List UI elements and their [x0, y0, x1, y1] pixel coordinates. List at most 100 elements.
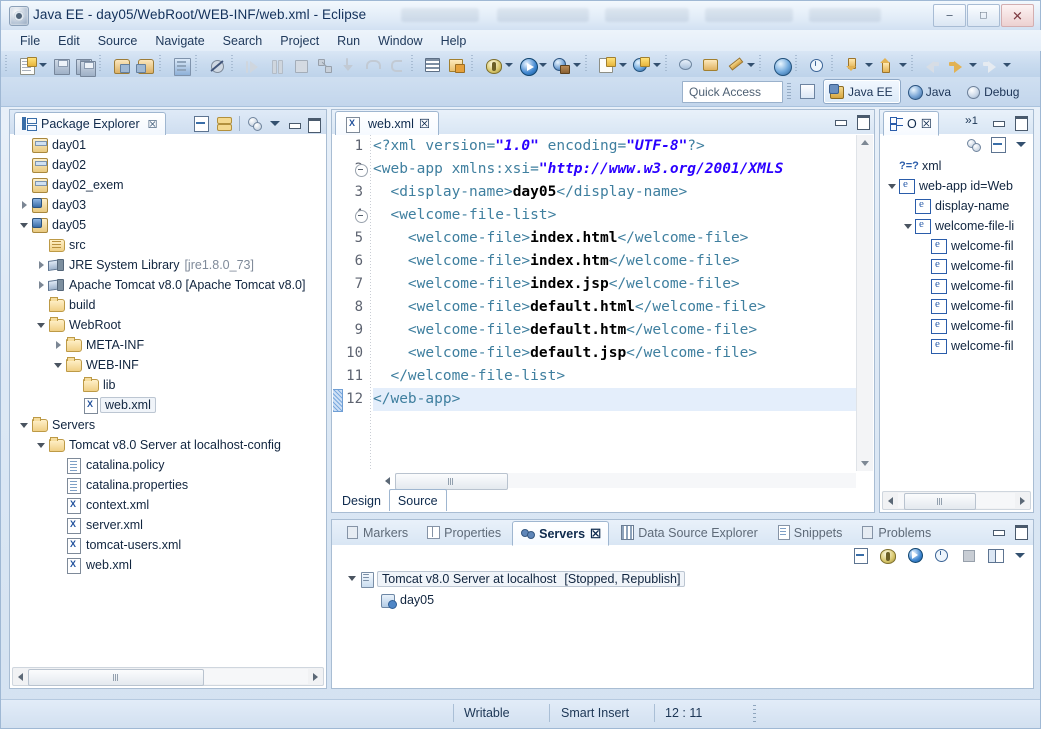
minimize-icon[interactable]	[834, 114, 847, 127]
close-icon[interactable]: ☒	[921, 116, 932, 131]
maximize-button[interactable]: □	[967, 4, 1000, 27]
minimize-icon[interactable]	[992, 115, 1005, 128]
close-icon[interactable]: ☒	[419, 116, 430, 131]
toolbar-grip[interactable]	[584, 55, 591, 73]
tab-data-source-explorer[interactable]: Data Source Explorer	[613, 521, 765, 544]
code-line[interactable]: <?xml version="1.0" encoding="UTF-8"?>	[373, 135, 858, 158]
outline-item[interactable]: welcome-fil	[881, 336, 1032, 356]
outline-item[interactable]: display-name	[881, 196, 1032, 216]
scroll-thumb[interactable]	[28, 669, 204, 686]
collapse-arrow-icon[interactable]	[36, 320, 47, 331]
tree-item-web-inf[interactable]: WEB-INF	[11, 355, 325, 375]
tab-web-xml[interactable]: web.xml ☒	[335, 111, 440, 136]
chevron-down-icon[interactable]	[1001, 54, 1011, 75]
code-line[interactable]: <welcome-file>default.html</welcome-file…	[373, 296, 858, 319]
suspend-icon[interactable]	[264, 54, 286, 75]
previous-annotation-icon[interactable]	[840, 54, 862, 75]
code-line[interactable]: </web-app>	[373, 388, 858, 411]
menu-search[interactable]: Search	[214, 32, 272, 50]
tree-item-web-xml[interactable]: web.xml	[11, 555, 325, 575]
toolbar-grip[interactable]	[758, 55, 765, 73]
collapse-arrow-icon[interactable]	[36, 440, 47, 451]
link-with-editor-icon[interactable]	[216, 115, 233, 132]
expand-arrow-icon[interactable]	[53, 340, 64, 351]
chevron-down-icon[interactable]	[863, 54, 873, 75]
scroll-track[interactable]	[898, 493, 1015, 510]
outline-item[interactable]: welcome-fil	[881, 276, 1032, 296]
menu-project[interactable]: Project	[271, 32, 328, 50]
stop-server-icon[interactable]	[960, 547, 977, 564]
sort-icon[interactable]	[965, 136, 982, 153]
tab-overflow-indicator[interactable]: »1	[965, 113, 978, 127]
new-java-class-icon[interactable]	[594, 54, 616, 75]
toolbar-grip[interactable]	[664, 55, 671, 73]
code-line[interactable]: <welcome-file>default.jsp</welcome-file>	[373, 342, 858, 365]
menu-run[interactable]: Run	[328, 32, 369, 50]
chevron-down-icon[interactable]	[897, 54, 907, 75]
servers-tree[interactable]: Tomcat v8.0 Server at localhost [Stopped,…	[333, 568, 1032, 687]
chevron-down-icon[interactable]	[537, 54, 547, 75]
collapse-all-icon[interactable]	[990, 136, 1007, 153]
toolbar-grip[interactable]	[194, 55, 201, 73]
tree-item-day03[interactable]: day03	[11, 195, 325, 215]
code-line[interactable]: <welcome-file>index.jsp</welcome-file>	[373, 273, 858, 296]
scroll-down-icon[interactable]	[857, 457, 872, 471]
editor-vscrollbar[interactable]	[856, 135, 873, 471]
tab-package-explorer[interactable]: Package Explorer ☒	[14, 112, 166, 135]
minimize-button[interactable]: –	[933, 4, 966, 27]
chevron-down-icon[interactable]	[745, 54, 755, 75]
server-tree-item[interactable]: day05	[333, 589, 1032, 610]
outline-hscrollbar[interactable]	[882, 491, 1031, 510]
save-all-icon[interactable]	[72, 54, 96, 77]
chevron-down-icon[interactable]	[37, 54, 47, 75]
open-perspective-button[interactable]	[797, 81, 819, 102]
tree-item-src[interactable]: src	[11, 235, 325, 255]
skip-breakpoints-icon[interactable]	[204, 54, 226, 75]
forward-icon[interactable]	[944, 54, 966, 75]
code-line[interactable]: <welcome-file>default.htm</welcome-file>	[373, 319, 858, 342]
fold-collapse-icon[interactable]	[355, 164, 368, 177]
scroll-right-icon[interactable]	[1015, 493, 1030, 508]
collapse-arrow-icon[interactable]	[19, 420, 30, 431]
scroll-right-icon[interactable]	[308, 669, 323, 684]
code-line[interactable]: <welcome-file>index.html</welcome-file>	[373, 227, 858, 250]
outline-tree[interactable]: ?=?xml web-app id=Web display-name welcome-…	[881, 156, 1032, 490]
debug-server-icon[interactable]	[879, 547, 896, 564]
next-annotation-icon[interactable]	[874, 54, 896, 75]
tab-problems[interactable]: Problems	[853, 521, 938, 544]
toolbar-grip[interactable]	[787, 83, 791, 99]
scroll-track[interactable]	[395, 472, 856, 490]
view-filters-icon[interactable]	[246, 115, 263, 132]
toolbar-grip[interactable]	[98, 55, 105, 73]
quick-access-field[interactable]: Quick Access	[682, 81, 783, 103]
outline-item[interactable]: welcome-fil	[881, 236, 1032, 256]
tree-item-apache-tomcat-v8-0-apache-tomcat-v8-0[interactable]: Apache Tomcat v8.0 [Apache Tomcat v8.0]	[11, 275, 325, 295]
fold-collapse-icon[interactable]	[355, 210, 368, 223]
run-external-tools-icon[interactable]	[548, 54, 570, 75]
source-code-area[interactable]: 1 2 3 4 5 6 7 8 9 10 11 12 <?xml version="1.0" enco…	[333, 135, 858, 471]
scroll-track[interactable]	[28, 669, 308, 686]
toolbar-grip[interactable]	[410, 55, 417, 73]
tab-properties[interactable]: Properties	[419, 521, 508, 544]
outline-item[interactable]: web-app id=Web	[881, 176, 1032, 196]
pin-editor-icon[interactable]	[978, 54, 1000, 75]
perspective-java[interactable]: Java	[901, 79, 959, 104]
tree-item-servers[interactable]: Servers	[11, 415, 325, 435]
save-icon[interactable]	[48, 54, 70, 75]
import-icon[interactable]	[132, 54, 154, 75]
expand-arrow-icon[interactable]	[19, 200, 30, 211]
code-line[interactable]: <web-app xmlns:xsi="http://www.w3.org/20…	[373, 158, 858, 181]
tab-markers[interactable]: Markers	[338, 521, 415, 544]
toolbar-grip[interactable]	[794, 55, 801, 73]
tree-item-day01[interactable]: day01	[11, 135, 325, 155]
menu-navigate[interactable]: Navigate	[146, 32, 213, 50]
perspective-debug[interactable]: Debug	[959, 79, 1027, 104]
page-tab-design[interactable]: Design	[334, 490, 389, 511]
tree-item-meta-inf[interactable]: META-INF	[11, 335, 325, 355]
tree-item-catalina-policy[interactable]: catalina.policy	[11, 455, 325, 475]
menu-window[interactable]: Window	[369, 32, 431, 50]
scroll-up-icon[interactable]	[857, 135, 872, 149]
package-explorer-tree[interactable]: day01 day02 day02_exem day03 day05 src JRE Sys…	[11, 135, 325, 666]
perspective-java-ee[interactable]: Java EE	[823, 79, 901, 104]
tab-outline[interactable]: O ☒	[883, 111, 939, 136]
